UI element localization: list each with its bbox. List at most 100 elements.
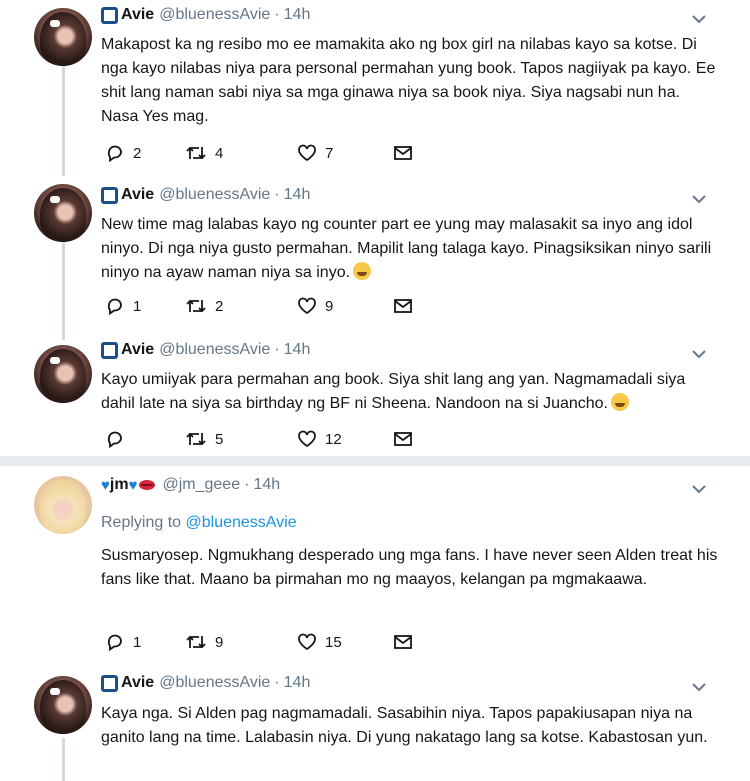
like-button[interactable]: 9 — [297, 294, 333, 318]
tweet-header: ♥ jm ♥ @jm_geee · 14h — [101, 476, 280, 494]
reply-icon — [107, 431, 122, 449]
display-name[interactable]: Avie — [121, 341, 154, 359]
chevron-down-icon[interactable] — [690, 480, 708, 498]
tweet[interactable]: Avie @bluenessAvie · 14h New time mag la… — [0, 176, 750, 340]
reply-icon — [107, 634, 122, 652]
like-count: 9 — [325, 297, 334, 315]
envelope-icon — [394, 146, 412, 160]
timestamp[interactable]: 14h — [284, 674, 311, 692]
blue-heart-icon: ♥ — [101, 476, 110, 494]
separator-dot: · — [274, 341, 280, 358]
direct-message-button[interactable] — [393, 294, 413, 318]
retweet-count: 9 — [215, 633, 224, 651]
envelope-icon — [394, 299, 412, 313]
tweet-header: Avie @bluenessAvie · 14h — [101, 674, 310, 692]
envelope-icon — [394, 432, 412, 446]
tweet[interactable]: Avie @bluenessAvie · 14h Kayo umiiyak pa… — [0, 335, 750, 456]
reply-button[interactable]: 1 — [105, 630, 141, 654]
replying-to: Replying to @bluenessAvie — [101, 514, 297, 532]
tweet[interactable]: ♥ jm ♥ @jm_geee · 14h Replying to @bluen… — [0, 466, 750, 666]
display-name[interactable]: Avie — [121, 674, 154, 692]
tweet-header: Avie @bluenessAvie · 14h — [101, 341, 310, 359]
replying-to-label: Replying to — [101, 514, 182, 531]
user-handle[interactable]: @bluenessAvie — [159, 186, 270, 204]
display-name[interactable]: Avie — [121, 6, 154, 24]
tweet-text: Susmaryosep. Ngmukhang desperado ung mga… — [101, 547, 718, 588]
timestamp[interactable]: 14h — [284, 6, 311, 24]
avatar[interactable] — [34, 184, 92, 242]
user-handle[interactable]: @jm_geee — [162, 476, 240, 494]
tweet-actions: 1 9 15 — [101, 630, 431, 654]
like-count: 7 — [325, 144, 334, 162]
tweet[interactable]: Avie @bluenessAvie · 14h Kaya nga. Si Al… — [0, 666, 750, 781]
retweet-button[interactable]: 4 — [185, 141, 223, 165]
like-button[interactable]: 15 — [297, 630, 342, 654]
thread-line — [62, 738, 65, 781]
laughing-emoji-icon — [353, 262, 372, 280]
chevron-down-icon[interactable] — [690, 190, 708, 208]
like-button[interactable]: 12 — [297, 427, 342, 451]
user-handle[interactable]: @bluenessAvie — [159, 6, 270, 24]
avatar[interactable] — [34, 476, 92, 534]
separator-dot: · — [274, 186, 280, 203]
like-count: 12 — [325, 430, 342, 448]
tweet-actions: 5 12 — [101, 427, 431, 451]
direct-message-button[interactable] — [393, 427, 413, 451]
timestamp[interactable]: 14h — [284, 341, 311, 359]
tweet-text: Kayo umiiyak para permahan ang book. Siy… — [101, 368, 721, 416]
like-button[interactable]: 7 — [297, 141, 333, 165]
avatar[interactable] — [34, 676, 92, 734]
separator-dot: · — [274, 674, 280, 691]
user-handle[interactable]: @bluenessAvie — [159, 674, 270, 692]
reply-button[interactable]: 2 — [105, 141, 141, 165]
lips-icon — [139, 480, 156, 490]
mention-link[interactable]: @bluenessAvie — [186, 514, 297, 531]
tweet-header: Avie @bluenessAvie · 14h — [101, 186, 310, 204]
square-icon — [101, 341, 118, 359]
timestamp[interactable]: 14h — [284, 186, 311, 204]
tweet-header: Avie @bluenessAvie · 14h — [101, 6, 310, 24]
reply-count: 1 — [133, 633, 142, 651]
avatar[interactable] — [34, 8, 92, 66]
square-icon — [101, 186, 118, 204]
heart-icon — [298, 144, 316, 162]
tweet-text-content: Kayo umiiyak para permahan ang book. Siy… — [101, 371, 686, 412]
retweet-button[interactable]: 2 — [185, 294, 223, 318]
reply-button[interactable]: 1 — [105, 294, 141, 318]
tweet-text: Kaya nga. Si Alden pag nagmamadali. Sasa… — [101, 705, 708, 746]
reply-button[interactable] — [105, 427, 133, 451]
reply-count: 1 — [133, 297, 142, 315]
retweet-icon — [186, 635, 206, 649]
chevron-down-icon[interactable] — [690, 10, 708, 28]
heart-icon — [298, 430, 316, 448]
chevron-down-icon[interactable] — [690, 345, 708, 363]
direct-message-button[interactable] — [393, 630, 413, 654]
retweet-count: 2 — [215, 297, 224, 315]
conversation-separator — [0, 456, 750, 466]
heart-icon — [298, 297, 316, 315]
tweet-actions: 1 2 9 — [101, 294, 431, 318]
retweet-button[interactable]: 5 — [185, 427, 223, 451]
separator-dot: · — [274, 6, 280, 23]
tweet-actions: 2 4 7 — [101, 141, 431, 165]
reply-count: 2 — [133, 144, 142, 162]
direct-message-button[interactable] — [393, 141, 413, 165]
retweet-icon — [186, 146, 206, 160]
separator-dot: · — [244, 476, 250, 493]
laughing-emoji-icon — [611, 393, 629, 411]
display-name[interactable]: Avie — [121, 186, 154, 204]
display-name[interactable]: jm — [110, 476, 129, 494]
reply-icon — [107, 145, 122, 163]
tweet[interactable]: Avie @bluenessAvie · 14h Makapost ka ng … — [0, 0, 750, 176]
timestamp[interactable]: 14h — [253, 476, 280, 494]
retweet-count: 5 — [215, 430, 224, 448]
envelope-icon — [394, 635, 412, 649]
avatar[interactable] — [34, 345, 92, 403]
retweet-button[interactable]: 9 — [185, 630, 223, 654]
reply-icon — [107, 298, 122, 316]
retweet-count: 4 — [215, 144, 224, 162]
user-handle[interactable]: @bluenessAvie — [159, 341, 270, 359]
square-icon — [101, 674, 118, 692]
chevron-down-icon[interactable] — [690, 678, 708, 696]
like-count: 15 — [325, 633, 342, 651]
